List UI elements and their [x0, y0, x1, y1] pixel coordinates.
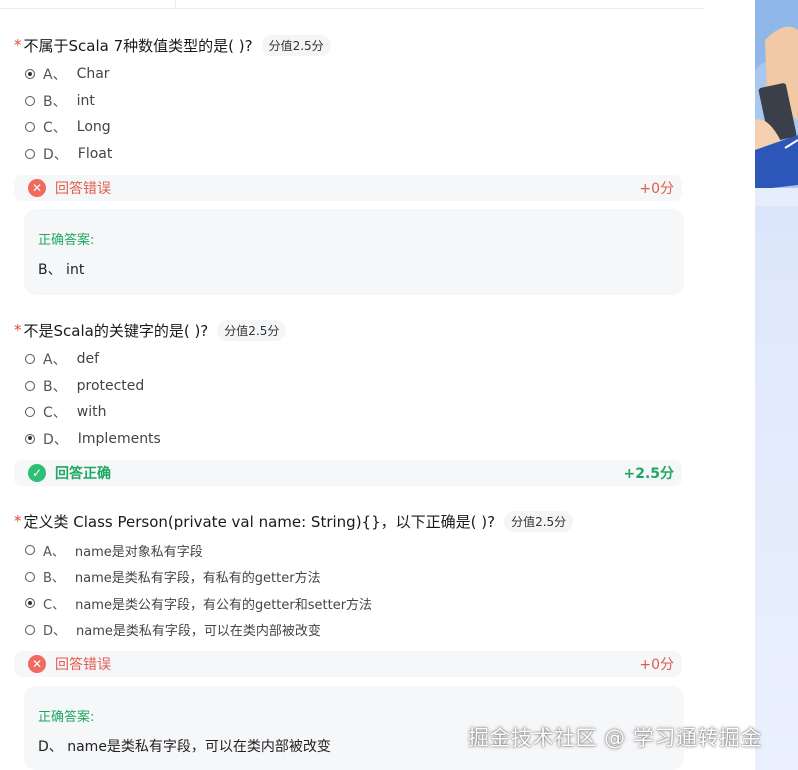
top-tab-edge: [0, 0, 176, 8]
question-header: * 不属于Scala 7种数值类型的是( )? 分值2.5分: [14, 33, 694, 57]
option-b[interactable]: B、 name是类私有字段，有私有的getter方法: [14, 564, 694, 591]
option-c[interactable]: C、 name是类公有字段，有公有的getter和setter方法: [14, 590, 694, 617]
quiz-page: * 不属于Scala 7种数值类型的是( )? 分值2.5分 A、 Char B、…: [0, 0, 755, 770]
option-text: name是类私有字段，有私有的getter方法: [74, 571, 321, 587]
radio-button-icon[interactable]: [25, 571, 35, 582]
question-header: * 不是Scala的关键字的是( )? 分值2.5分: [14, 318, 694, 342]
option-d[interactable]: D、 Float: [14, 141, 694, 168]
close-circle-icon: ✕: [28, 655, 46, 673]
option-letter: D、: [43, 146, 68, 163]
option-letter: A、: [43, 67, 67, 84]
radio-button-icon[interactable]: [25, 407, 35, 418]
question-3: * 定义类 Class Person(private val name: Str…: [14, 509, 694, 643]
radio-button-icon[interactable]: [25, 354, 35, 365]
question-title: 不是Scala的关键字的是( )?: [23, 321, 209, 340]
option-text: Long: [76, 119, 111, 136]
radio-button-icon[interactable]: [25, 69, 35, 80]
option-letter: D、: [43, 431, 68, 448]
question-title: 定义类 Class Person(private val name: Strin…: [23, 512, 496, 531]
result-bar-3: ✕ 回答错误 +0分: [14, 651, 682, 677]
radio-button-icon[interactable]: [25, 624, 35, 635]
option-text: with: [76, 404, 107, 421]
result-bar-1: ✕ 回答错误 +0分: [14, 175, 682, 201]
option-c[interactable]: C、 with: [14, 399, 694, 426]
score-tag: 分值2.5分: [261, 34, 331, 56]
option-letter: C、: [43, 597, 66, 613]
option-c[interactable]: C、 Long: [14, 114, 694, 141]
side-illustration: [755, 0, 798, 770]
option-text: def: [76, 351, 100, 368]
option-letter: A、: [43, 544, 65, 560]
option-letter: B、: [43, 571, 65, 587]
question-header: * 定义类 Class Person(private val name: Str…: [14, 509, 694, 533]
check-circle-icon: ✓: [28, 464, 46, 482]
option-text: Char: [76, 66, 110, 83]
option-letter: A、: [43, 352, 67, 369]
result-score: +2.5分: [623, 466, 674, 482]
option-a[interactable]: A、 def: [14, 346, 694, 373]
correct-answer-label: 正确答案:: [38, 233, 95, 248]
close-circle-icon: ✕: [28, 179, 46, 197]
question-1: * 不属于Scala 7种数值类型的是( )? 分值2.5分 A、 Char B、…: [14, 33, 694, 167]
score-tag: 分值2.5分: [504, 510, 574, 532]
option-b[interactable]: B、 int: [14, 88, 694, 115]
option-a[interactable]: A、 Char: [14, 61, 694, 88]
option-text: name是类公有字段，有公有的getter和setter方法: [75, 597, 373, 613]
option-text: name是类私有字段，可以在类内部被改变: [76, 624, 321, 640]
option-text: Implements: [77, 430, 161, 447]
watermark: 掘金技术社区 @ 学习通转掘金: [468, 726, 762, 750]
option-text: int: [76, 92, 95, 109]
option-letter: C、: [43, 405, 67, 422]
option-letter: D、: [43, 624, 67, 640]
required-mark: *: [14, 36, 22, 54]
radio-button-icon[interactable]: [25, 148, 35, 159]
result-label: 回答错误: [55, 181, 111, 197]
radio-button-icon[interactable]: [25, 95, 35, 106]
option-text: protected: [76, 377, 145, 394]
correct-answer-label: 正确答案:: [38, 710, 95, 725]
correct-answer-box-1: 正确答案: B、 int: [24, 209, 684, 295]
score-tag: 分值2.5分: [217, 319, 287, 341]
required-mark: *: [14, 512, 22, 530]
question-title: 不属于Scala 7种数值类型的是( )?: [23, 36, 253, 55]
option-letter: B、: [43, 378, 67, 395]
result-bar-2: ✓ 回答正确 +2.5分: [14, 460, 682, 486]
radio-button-icon[interactable]: [25, 433, 35, 444]
option-text: name是对象私有字段: [74, 544, 203, 560]
result-score: +0分: [639, 657, 674, 673]
option-letter: C、: [43, 120, 67, 137]
result-label: 回答错误: [55, 657, 111, 673]
illustration-graphic: [755, 0, 798, 206]
question-2: * 不是Scala的关键字的是( )? 分值2.5分 A、 def B、 prote…: [14, 318, 694, 452]
option-letter: B、: [43, 93, 67, 110]
option-d[interactable]: D、 Implements: [14, 426, 694, 453]
radio-button-icon[interactable]: [25, 380, 35, 391]
result-score: +0分: [639, 181, 674, 197]
radio-button-icon[interactable]: [25, 545, 35, 556]
option-d[interactable]: D、 name是类私有字段，可以在类内部被改变: [14, 617, 694, 644]
correct-answer-text: B、 int: [38, 262, 85, 278]
option-b[interactable]: B、 protected: [14, 373, 694, 400]
radio-button-icon[interactable]: [25, 598, 35, 609]
result-label: 回答正确: [55, 466, 111, 482]
option-a[interactable]: A、 name是对象私有字段: [14, 537, 694, 564]
option-text: Float: [77, 145, 113, 162]
correct-answer-text: D、 name是类私有字段，可以在类内部被改变: [38, 739, 331, 755]
radio-button-icon[interactable]: [25, 122, 35, 133]
required-mark: *: [14, 321, 22, 339]
